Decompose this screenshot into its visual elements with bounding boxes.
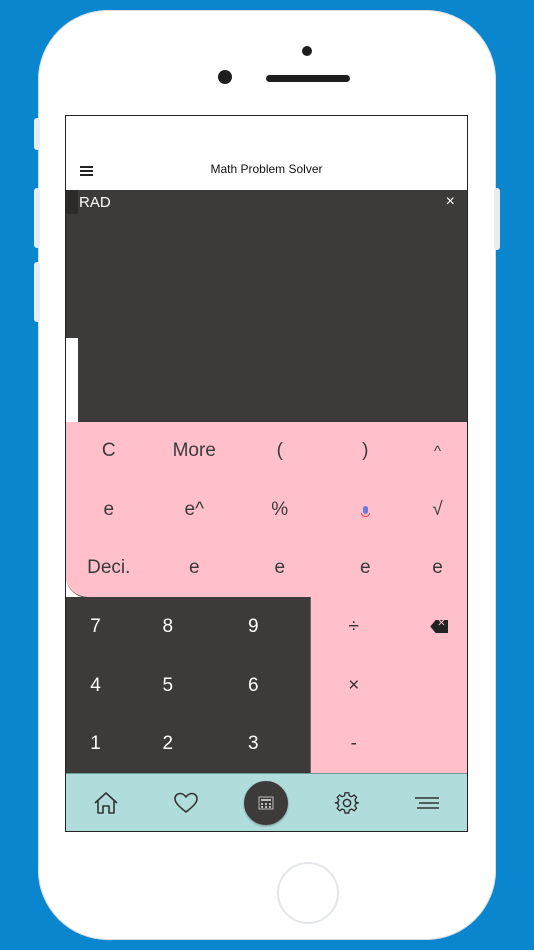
front-sensor: [302, 46, 312, 56]
front-camera: [218, 70, 232, 84]
multiply-key[interactable]: ×: [311, 656, 397, 715]
operator-keypad: ÷ × -: [310, 597, 467, 773]
e-key[interactable]: e: [237, 539, 323, 597]
open-paren-key[interactable]: (: [237, 422, 323, 480]
operator-row-1: ÷: [311, 597, 468, 656]
digit-3-key[interactable]: 3: [211, 714, 297, 773]
volume-down-button: [34, 262, 40, 322]
digit-5-key[interactable]: 5: [125, 656, 211, 715]
digit-7-key[interactable]: 7: [66, 597, 125, 656]
number-keypad: 7 8 9 4 5 6 1 2 3: [66, 597, 310, 773]
e-key[interactable]: e: [323, 539, 409, 597]
backspace-icon: [430, 620, 449, 633]
number-row-1: 7 8 9: [66, 597, 296, 656]
minus-key[interactable]: -: [311, 714, 397, 773]
input-cursor: [66, 338, 78, 422]
nav-settings[interactable]: [307, 774, 387, 831]
app-title: Math Problem Solver: [210, 162, 323, 176]
e-key[interactable]: e: [408, 539, 467, 597]
backspace-key[interactable]: [397, 597, 468, 656]
app-bar: Math Problem Solver: [66, 116, 467, 190]
percent-key[interactable]: %: [237, 481, 323, 539]
e-power-key[interactable]: e^: [152, 481, 238, 539]
empty-key: [397, 656, 468, 715]
empty-key: [397, 714, 468, 773]
e-key[interactable]: e: [66, 481, 152, 539]
nav-home[interactable]: [66, 774, 146, 831]
digit-9-key[interactable]: 9: [211, 597, 297, 656]
home-button[interactable]: [277, 862, 339, 924]
operator-row-2: ×: [311, 656, 468, 715]
digit-6-key[interactable]: 6: [211, 656, 297, 715]
angle-mode-label[interactable]: RAD: [79, 194, 111, 211]
decimal-key[interactable]: Deci.: [66, 539, 152, 597]
function-row-1: C More ( ) ^: [66, 422, 467, 480]
voice-input-key[interactable]: [323, 481, 409, 539]
digit-8-key[interactable]: 8: [125, 597, 211, 656]
heart-icon: [174, 792, 198, 813]
function-row-2: e e^ % √: [66, 481, 467, 539]
number-row-3: 1 2 3: [66, 714, 296, 773]
operator-row-3: -: [311, 714, 468, 773]
digit-1-key[interactable]: 1: [66, 714, 125, 773]
calculator-icon: [258, 796, 274, 810]
calculator-fab[interactable]: [244, 781, 288, 825]
volume-up-button: [34, 188, 40, 248]
nav-favorites[interactable]: [146, 774, 226, 831]
nav-more[interactable]: [387, 774, 467, 831]
app-screen: Math Problem Solver RAD × C More ( ) ^ e…: [65, 115, 468, 832]
mute-switch: [34, 118, 40, 150]
display-marker: [66, 190, 78, 214]
function-row-3: Deci. e e e e: [66, 539, 467, 597]
close-paren-key[interactable]: ): [323, 422, 409, 480]
digit-4-key[interactable]: 4: [66, 656, 125, 715]
power-key[interactable]: ^: [408, 422, 467, 480]
gear-icon: [334, 792, 359, 814]
divide-key[interactable]: ÷: [311, 597, 397, 656]
bottom-navigation: [66, 773, 467, 831]
nav-calculator[interactable]: [226, 774, 306, 831]
home-icon: [94, 792, 118, 814]
digit-2-key[interactable]: 2: [125, 714, 211, 773]
earpiece-speaker: [266, 75, 350, 82]
expression-display[interactable]: RAD ×: [66, 190, 467, 422]
microphone-icon: [360, 506, 370, 517]
power-button: [494, 188, 500, 250]
close-icon[interactable]: ×: [446, 193, 455, 211]
function-keypad: C More ( ) ^ e e^ % √ Deci. e e e e: [66, 422, 467, 598]
more-key[interactable]: More: [152, 422, 238, 480]
clear-key[interactable]: C: [66, 422, 152, 480]
sqrt-key[interactable]: √: [408, 481, 467, 539]
e-key[interactable]: e: [152, 539, 238, 597]
menu-lines-icon: [415, 797, 439, 809]
number-row-2: 4 5 6: [66, 656, 296, 715]
